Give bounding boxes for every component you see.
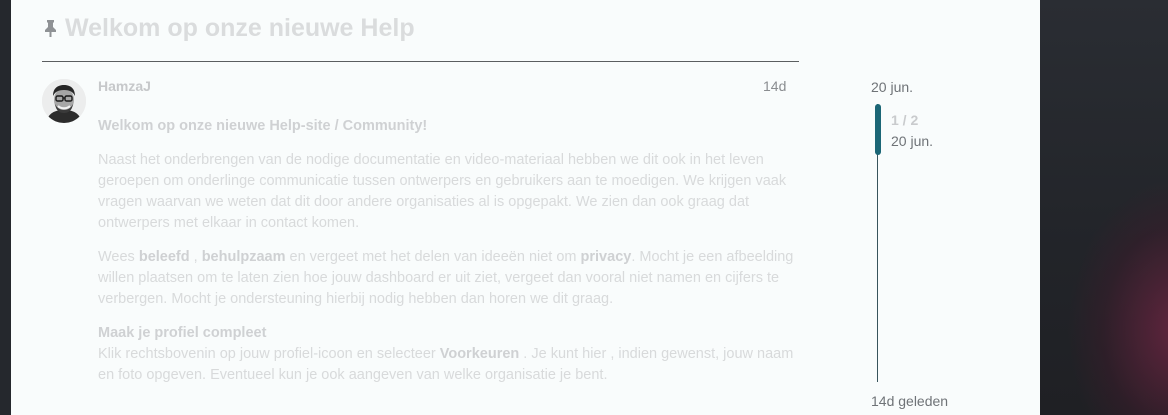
topic-title[interactable]: Welkom op onze nieuwe Help — [42, 14, 415, 43]
timeline-end-label[interactable]: 14d geleden — [871, 393, 948, 409]
title-divider — [42, 61, 799, 62]
post-paragraph-1: Naast het onderbrengen van de nodige doc… — [98, 152, 787, 231]
post-body: Welkom op onze nieuwe Help-site / Commun… — [98, 116, 798, 399]
post-paragraph-2: Wees beleefd , behulpzaam en vergeet met… — [98, 247, 798, 310]
bold-text: beleefd — [138, 249, 190, 265]
text: Wees — [98, 249, 139, 265]
bold-text: privacy — [580, 249, 632, 265]
profile-heading: Maak je profiel compleet — [98, 325, 267, 341]
bold-text: Voorkeuren — [439, 346, 520, 362]
post-username[interactable]: HamzaJ — [98, 78, 151, 94]
timeline-current-date: 20 jun. — [891, 133, 934, 149]
background-right — [1040, 0, 1168, 415]
pin-icon — [45, 20, 56, 37]
post-paragraph-3: Maak je profiel compleet Klik rechtsboven… — [98, 323, 798, 386]
bold-text: behulpzaam — [201, 249, 286, 265]
topic-title-text: Welkom op onze nieuwe Help — [65, 14, 415, 42]
text: Klik rechtsbovenin op jouw profiel-icoon… — [98, 346, 440, 362]
post-intro: Welkom op onze nieuwe Help-site / Commun… — [98, 118, 428, 134]
avatar-image — [42, 79, 86, 123]
topic-page: Welkom op onze nieuwe Help HamzaJ 14d We… — [11, 0, 1040, 415]
text: en vergeet met het delen van ideeën niet… — [285, 249, 581, 265]
post-date[interactable]: 14d — [763, 78, 786, 94]
timeline-counter: 1 / 2 — [891, 112, 919, 128]
timeline-scroll-handle[interactable] — [875, 104, 881, 155]
avatar[interactable] — [42, 79, 86, 123]
text: , — [189, 249, 202, 265]
timeline-start-date[interactable]: 20 jun. — [871, 79, 913, 95]
left-window-edge — [0, 0, 11, 415]
